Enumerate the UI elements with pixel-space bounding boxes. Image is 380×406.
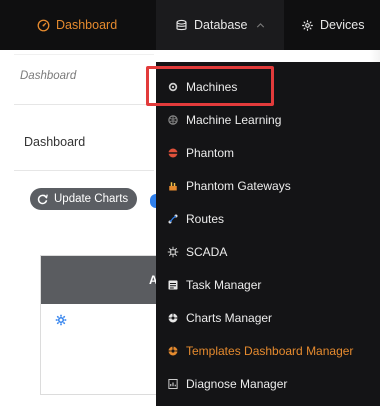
devices-icon <box>300 18 314 32</box>
phantom-icon <box>166 146 180 160</box>
app-frame: Dashboard Database Devices Dashboard Das… <box>0 0 380 406</box>
task-icon <box>166 278 180 292</box>
gear-icon[interactable] <box>55 314 67 326</box>
menu-item-templates-dashboard-manager[interactable]: Templates Dashboard Manager <box>156 334 380 367</box>
database-dropdown-menu: Machines Machine Learning Phantom Phanto… <box>156 62 380 406</box>
diagnose-icon <box>166 377 180 391</box>
dashboard-icon <box>36 18 50 32</box>
menu-item-machine-learning[interactable]: Machine Learning <box>156 103 380 136</box>
breadcrumb: Dashboard <box>20 70 77 82</box>
update-charts-button[interactable]: Update Charts <box>30 188 138 210</box>
nav-devices-label: Devices <box>320 18 365 32</box>
nav-dashboard-label: Dashboard <box>56 18 118 32</box>
brain-icon <box>166 113 180 127</box>
chart-card: Al <box>40 255 171 395</box>
top-navbar: Dashboard Database Devices <box>0 0 380 50</box>
divider <box>14 170 154 171</box>
menu-item-label: SCADA <box>186 244 228 259</box>
selection-highlight-box <box>146 66 274 106</box>
menu-item-scada[interactable]: SCADA <box>156 235 380 268</box>
nav-dashboard[interactable]: Dashboard <box>36 0 117 50</box>
menu-item-label: Templates Dashboard Manager <box>186 343 354 358</box>
database-icon <box>174 18 188 32</box>
menu-item-label: Routes <box>186 211 225 226</box>
divider <box>14 104 154 105</box>
menu-item-label: Machine Learning <box>186 112 282 127</box>
page-title: Dashboard <box>24 135 86 149</box>
menu-item-label: Diagnose Manager <box>186 376 288 391</box>
refresh-icon <box>37 193 48 204</box>
menu-item-task-manager[interactable]: Task Manager <box>156 268 380 301</box>
nav-devices[interactable]: Devices <box>300 0 364 50</box>
menu-item-charts-manager[interactable]: Charts Manager <box>156 301 380 334</box>
charts-icon <box>166 311 180 325</box>
divider <box>14 54 154 55</box>
menu-item-routes[interactable]: Routes <box>156 202 380 235</box>
gateway-icon <box>166 179 180 193</box>
menu-item-diagnose-manager[interactable]: Diagnose Manager <box>156 367 380 400</box>
chevron-up-icon <box>254 18 268 32</box>
nav-database-label: Database <box>194 18 248 32</box>
menu-item-label: Phantom Gateways <box>186 178 291 193</box>
route-icon <box>166 212 180 226</box>
menu-item-phantom[interactable]: Phantom <box>156 136 380 169</box>
menu-item-phantom-gateways[interactable]: Phantom Gateways <box>156 169 380 202</box>
update-charts-label: Update Charts <box>54 193 129 205</box>
menu-item-label: Charts Manager <box>186 310 273 325</box>
nav-database[interactable]: Database <box>174 0 268 50</box>
menu-item-label: Phantom <box>186 145 235 160</box>
templates-icon <box>166 344 180 358</box>
menu-item-label: Task Manager <box>186 277 262 292</box>
scada-icon <box>166 245 180 259</box>
card-header: Al <box>41 256 171 304</box>
